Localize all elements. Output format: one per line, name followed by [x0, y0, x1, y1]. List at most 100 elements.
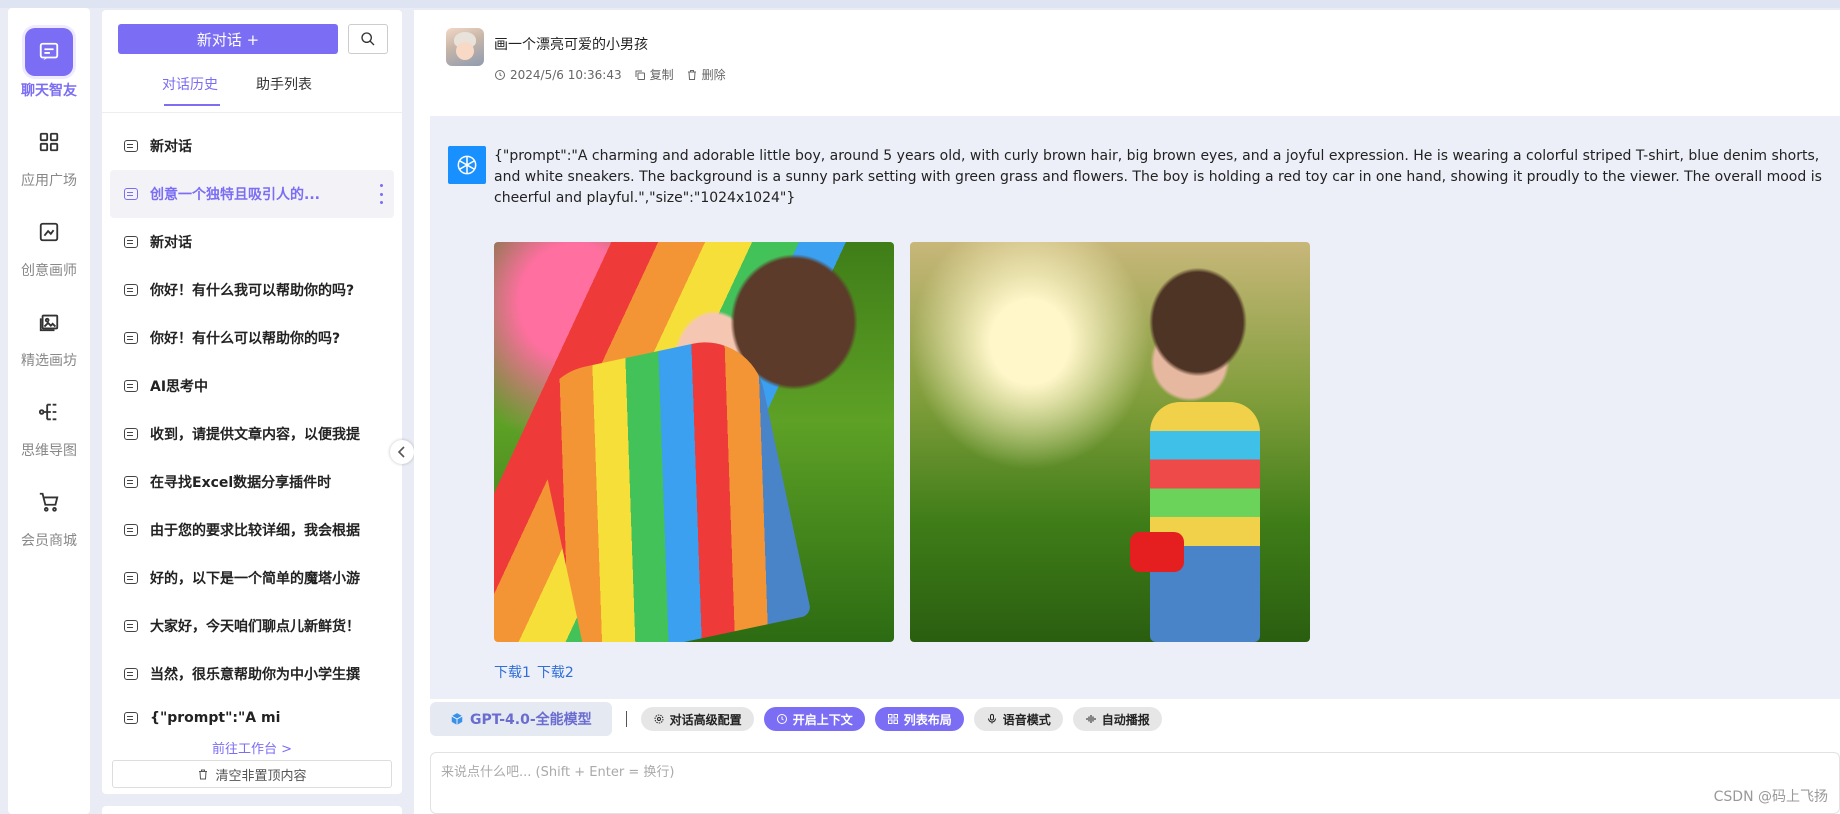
conversation-title: 由于您的要求比较详细，我会根据 [150, 523, 360, 539]
chip-label: 自动播报 [1101, 712, 1150, 727]
chat-bubble-icon [124, 572, 138, 584]
clock-icon [776, 714, 787, 724]
copy-button[interactable]: 复制 [634, 66, 674, 83]
chip-label: 列表布局 [903, 712, 952, 727]
conversation-sidebar: 新对话 + 对话历史 助手列表 新对话 创意一个独特且吸引人的... 新对话 你… [102, 10, 402, 794]
conversation-item[interactable]: 大家好，今天咱们聊点儿新鲜货！ [110, 602, 394, 650]
chat-bubble-icon [124, 188, 138, 200]
workbench-link[interactable]: 前往工作台 > [102, 738, 402, 757]
rail-label: 会员商城 [21, 532, 77, 548]
auto-broadcast-button[interactable]: 自动播报 [1072, 707, 1162, 731]
new-chat-button[interactable]: 新对话 + [118, 24, 338, 54]
grid-icon [887, 714, 898, 724]
conversation-title: 你好！有什么可以帮助你的吗? [150, 331, 341, 347]
copy-icon [635, 70, 645, 80]
conversation-item-active[interactable]: 创意一个独特且吸引人的... [110, 170, 394, 218]
voice-mode-button[interactable]: 语音模式 [973, 707, 1063, 731]
clock-icon [495, 69, 505, 80]
rail-item-chat[interactable]: 聊天智友 [8, 20, 90, 112]
chevron-left-icon [397, 446, 405, 458]
conversation-title: AI思考中 [150, 379, 209, 395]
conversation-item[interactable]: 收到，请提供文章内容，以便我提 [110, 410, 394, 458]
chat-toolbar: GPT-4.0-全能模型 对话高级配置 开启上下文 列表布局 语音模式 自动播报 [430, 702, 1162, 736]
tab-assistants[interactable]: 助手列表 [256, 74, 312, 94]
grid-icon [25, 118, 73, 166]
conversation-title: 在寻找Excel数据分享插件时 [150, 475, 332, 491]
chat-bubble-icon [124, 140, 138, 152]
conversation-item[interactable]: 在寻找Excel数据分享插件时 [110, 458, 394, 506]
conversation-title: 你好！有什么我可以帮助你的吗? [150, 283, 355, 299]
trash-icon [687, 69, 696, 80]
rail-item-apps[interactable]: 应用广场 [8, 110, 90, 202]
rail-label: 创意画师 [21, 262, 77, 278]
conversation-title: 好的，以下是一个简单的魔塔小游 [150, 571, 360, 587]
rail-item-gallery[interactable]: 精选画坊 [8, 290, 90, 382]
chat-bubble-icon [124, 476, 138, 488]
more-options-icon[interactable] [380, 184, 384, 204]
nav-rail: 聊天智友 应用广场 创意画师 精选画坊 思维导图 会员商城 [8, 8, 90, 814]
mindmap-icon [25, 388, 73, 436]
user-avatar [446, 28, 484, 66]
chat-bubble-icon [124, 712, 138, 724]
chat-bubble-icon [124, 524, 138, 536]
message-meta: 2024/5/6 10:36:43 复制 删除 [494, 66, 726, 83]
collapse-sidebar-button[interactable] [390, 440, 414, 464]
conversation-title: 新对话 [150, 235, 192, 251]
search-button[interactable] [348, 24, 388, 54]
advanced-config-button[interactable]: 对话高级配置 [640, 707, 754, 731]
tab-history[interactable]: 对话历史 [162, 74, 218, 94]
conversation-item[interactable]: 你好！有什么我可以帮助你的吗? [110, 266, 394, 314]
conversation-title: 新对话 [150, 139, 192, 155]
conversation-title: 当然，很乐意帮助你为中小学生撰 [150, 667, 360, 683]
rail-item-mindmap[interactable]: 思维导图 [8, 380, 90, 472]
sidebar-footer-panel [102, 806, 402, 814]
download-1-link[interactable]: 下载1 [494, 662, 531, 682]
message-input[interactable] [431, 753, 1839, 792]
conversation-item[interactable]: 当然，很乐意帮助你为中小学生撰 [110, 650, 394, 698]
generated-image-1[interactable] [494, 242, 894, 642]
message-input-box [430, 752, 1840, 814]
conversation-item[interactable]: AI思考中 [110, 362, 394, 410]
copy-label: 复制 [649, 68, 674, 82]
chat-bubble-icon [124, 284, 138, 296]
chip-label: 开启上下文 [792, 712, 853, 727]
conversation-title: {"prompt":"A mi [150, 710, 281, 726]
rail-label: 聊天智友 [21, 82, 77, 98]
context-toggle[interactable]: 开启上下文 [763, 707, 865, 731]
model-name: GPT-4.0-全能模型 [470, 712, 592, 728]
bot-message: {"prompt":"A charming and adorable littl… [430, 116, 1840, 699]
conversation-title: 大家好，今天咱们聊点儿新鲜货！ [150, 619, 360, 635]
timestamp: 2024/5/6 10:36:43 [494, 68, 622, 82]
gallery-icon [25, 298, 73, 346]
cube-icon [451, 713, 463, 725]
conversation-item[interactable]: 好的，以下是一个简单的魔塔小游 [110, 554, 394, 602]
conversation-item[interactable]: 新对话 [110, 218, 394, 266]
rail-label: 应用广场 [21, 172, 77, 188]
delete-button[interactable]: 删除 [686, 66, 726, 83]
conversation-item[interactable]: 新对话 [110, 122, 394, 170]
download-2-link[interactable]: 下载2 [537, 662, 574, 682]
list-layout-toggle[interactable]: 列表布局 [874, 707, 964, 731]
conversation-item[interactable]: {"prompt":"A mi [110, 698, 394, 738]
user-message: 画一个漂亮可爱的小男孩 [494, 37, 648, 53]
conversation-item[interactable]: 你好！有什么可以帮助你的吗? [110, 314, 394, 362]
chip-label: 语音模式 [1002, 712, 1051, 727]
clear-label: 清空非置顶内容 [215, 768, 307, 784]
model-selector[interactable]: GPT-4.0-全能模型 [430, 702, 612, 736]
tab-underline [164, 104, 220, 106]
chat-bubble-icon [124, 428, 138, 440]
chat-icon [25, 28, 73, 76]
conversation-item[interactable]: 由于您的要求比较详细，我会根据 [110, 506, 394, 554]
chat-panel: 画一个漂亮可爱的小男孩 2024/5/6 10:36:43 复制 删除 {"pr… [414, 10, 1840, 814]
conversation-title: 收到，请提供文章内容，以便我提 [150, 427, 360, 443]
rail-item-shop[interactable]: 会员商城 [8, 470, 90, 562]
search-icon [361, 32, 375, 46]
chat-bubble-icon [124, 620, 138, 632]
rail-item-draw[interactable]: 创意画师 [8, 200, 90, 292]
conversation-list: 新对话 创意一个独特且吸引人的... 新对话 你好！有什么我可以帮助你的吗? 你… [110, 122, 394, 738]
generated-image-2[interactable] [910, 242, 1310, 642]
chat-bubble-icon [124, 236, 138, 248]
conversation-title: 创意一个独特且吸引人的... [150, 187, 320, 203]
top-strip [0, 0, 1840, 8]
clear-unpinned-button[interactable]: 清空非置顶内容 [112, 760, 392, 788]
